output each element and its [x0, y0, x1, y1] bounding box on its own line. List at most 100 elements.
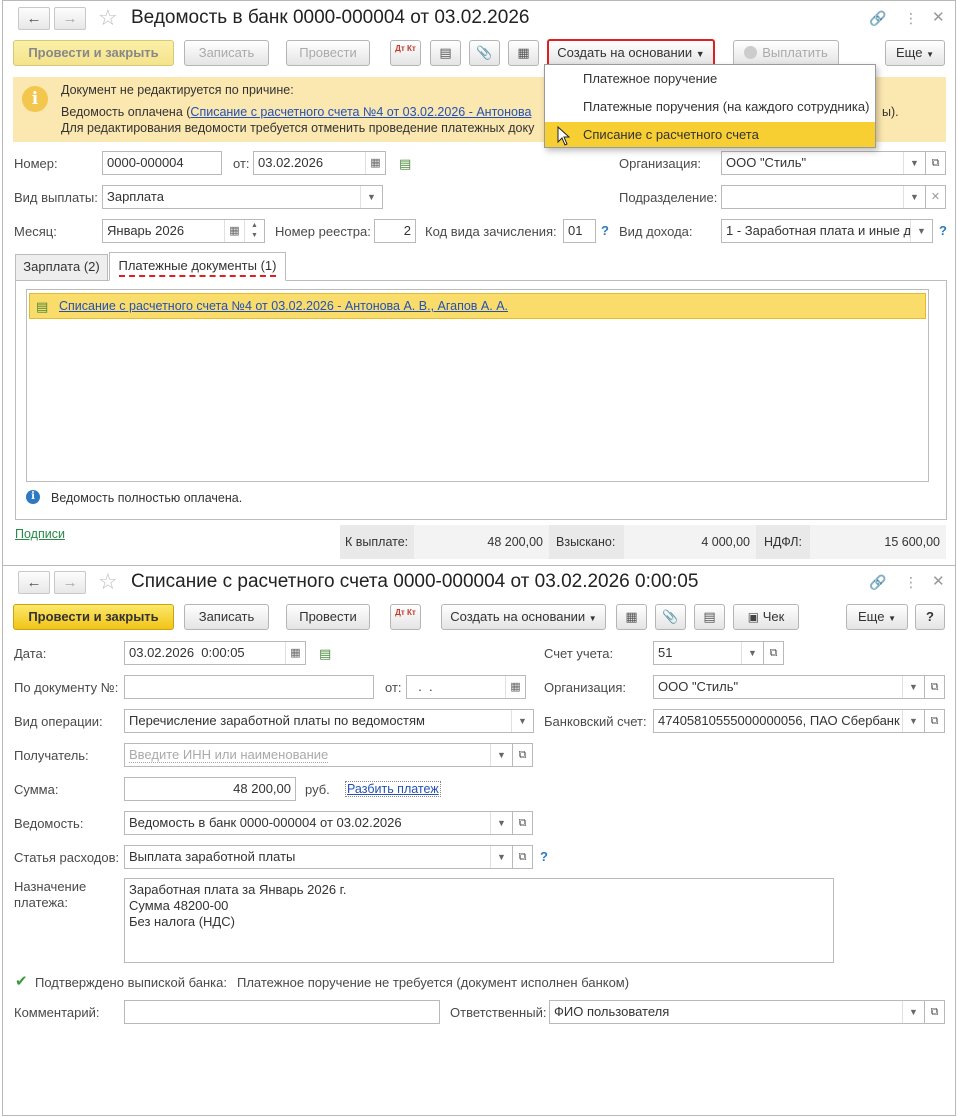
back-button[interactable]: ← — [18, 7, 50, 30]
signatures-link[interactable]: Подписи — [15, 527, 65, 541]
dropdown-icon[interactable]: ▼ — [490, 846, 512, 868]
purpose-textarea[interactable]: Заработная плата за Январь 2026 г. Сумма… — [124, 878, 834, 963]
month-stepper-icon[interactable]: ▲ ▼ — [244, 220, 264, 242]
open-icon[interactable]: ⧉ — [924, 675, 945, 699]
comment-field[interactable] — [124, 1000, 440, 1024]
help-question-icon[interactable]: ? — [939, 223, 947, 238]
dt-kt-icon[interactable]: Дт Кт — [390, 40, 421, 66]
dt-kt-icon[interactable]: Дт Кт — [390, 604, 421, 630]
more-button[interactable]: Еще ▼ — [885, 40, 945, 66]
link-icon[interactable]: 🔗 — [869, 574, 886, 590]
dropdown-icon[interactable]: ▼ — [902, 1001, 924, 1023]
dropdown-icon[interactable]: ▼ — [490, 744, 512, 766]
menu-item-payment-orders-per-employee[interactable]: Платежные поручения (на каждого сотрудни… — [545, 92, 875, 122]
operation-field[interactable]: Перечисление заработной платы по ведомос… — [124, 709, 534, 733]
favorite-star-icon[interactable]: ☆ — [98, 7, 118, 29]
help-question-icon[interactable]: ? — [601, 223, 609, 238]
month-field[interactable]: Январь 2026 ▦ ▲ ▼ — [102, 219, 265, 243]
pay-button[interactable]: Выплатить — [733, 40, 839, 66]
open-icon[interactable]: ⧉ — [925, 151, 946, 175]
calendar-icon[interactable]: ▦ — [285, 642, 305, 664]
save-button[interactable]: Записать — [184, 40, 269, 66]
help-button[interactable]: ? — [915, 604, 945, 630]
from-date-field[interactable]: . . ▦ — [406, 675, 526, 699]
forward-button[interactable]: → — [54, 7, 86, 30]
more-vertical-icon[interactable]: ⋮ — [904, 10, 918, 26]
report-list-icon[interactable]: ▤ — [430, 40, 461, 66]
create-based-on-button[interactable]: Создать на основании ▼ — [441, 604, 606, 630]
clear-icon[interactable]: ✕ — [925, 185, 946, 209]
open-icon[interactable]: ⧉ — [924, 709, 945, 733]
doc-number-field[interactable] — [124, 675, 374, 699]
calendar-icon[interactable]: ▦ — [224, 220, 244, 242]
save-button[interactable]: Записать — [184, 604, 269, 630]
warning-line-1: Документ не редактируется по причине: — [61, 83, 294, 97]
attachment-icon[interactable]: 📎 — [655, 604, 686, 630]
dropdown-icon[interactable]: ▼ — [741, 642, 763, 664]
post-button[interactable]: Провести — [286, 604, 370, 630]
report-list-icon[interactable]: ▤ — [694, 604, 725, 630]
expense-item-field[interactable]: Выплата заработной платы ▼ — [124, 845, 513, 869]
ndfl-label: НДФЛ: — [764, 535, 802, 549]
date-field[interactable]: 03.02.2026 ▦ — [253, 151, 386, 175]
document-icon: ▤ — [36, 299, 49, 314]
open-icon[interactable]: ⧉ — [512, 743, 533, 767]
split-payment-link[interactable]: Разбить платеж — [345, 781, 441, 797]
registry-field[interactable]: 2 — [374, 219, 416, 243]
dropdown-icon[interactable]: ▼ — [511, 710, 533, 732]
close-icon[interactable]: ✕ — [932, 10, 945, 26]
recipient-field[interactable]: Введите ИНН или наименование ▼ — [124, 743, 513, 767]
receipt-button[interactable]: ▣ Чек — [733, 604, 799, 630]
post-and-close-button[interactable]: Провести и закрыть — [13, 40, 174, 66]
structure-icon[interactable]: ▦ — [616, 604, 647, 630]
calendar-icon[interactable]: ▦ — [505, 676, 525, 698]
number-field[interactable]: 0000-000004 — [102, 151, 222, 175]
date-field[interactable]: 03.02.2026 0:00:05 ▦ — [124, 641, 306, 665]
open-icon[interactable]: ⧉ — [924, 1000, 945, 1024]
dropdown-icon[interactable]: ▼ — [910, 220, 932, 242]
dropdown-icon[interactable]: ▼ — [902, 676, 924, 698]
credit-code-field[interactable]: 01 — [563, 219, 596, 243]
chevron-down-icon: ▼ — [588, 614, 597, 623]
responsible-field[interactable]: ФИО пользователя ▼ — [549, 1000, 925, 1024]
account-field[interactable]: 51 ▼ — [653, 641, 764, 665]
forward-button[interactable]: → — [54, 571, 86, 594]
warning-payment-link[interactable]: Списание с расчетного счета №4 от 03.02.… — [190, 105, 531, 119]
post-and-close-button[interactable]: Провести и закрыть — [13, 604, 174, 630]
payment-doc-link[interactable]: Списание с расчетного счета №4 от 03.02.… — [59, 299, 508, 313]
more-button[interactable]: Еще ▼ — [846, 604, 908, 630]
more-vertical-icon[interactable]: ⋮ — [904, 574, 918, 590]
back-button[interactable]: ← — [18, 571, 50, 594]
dropdown-icon[interactable]: ▼ — [902, 710, 924, 732]
close-icon[interactable]: ✕ — [932, 574, 945, 590]
income-kind-field[interactable]: 1 - Заработная плата и иные д ▼ — [721, 219, 933, 243]
open-icon[interactable]: ⧉ — [763, 641, 784, 665]
help-question-icon[interactable]: ? — [540, 849, 548, 864]
favorite-star-icon[interactable]: ☆ — [98, 571, 118, 593]
menu-item-payment-order[interactable]: Платежное поручение — [545, 65, 875, 92]
list-item[interactable]: ▤ Списание с расчетного счета №4 от 03.0… — [29, 293, 926, 319]
calendar-icon[interactable]: ▦ — [365, 152, 385, 174]
attachment-icon[interactable]: 📎 — [469, 40, 500, 66]
confirmed-checkbox[interactable]: ✔ — [15, 974, 29, 989]
pay-kind-field[interactable]: Зарплата ▼ — [102, 185, 383, 209]
open-icon[interactable]: ⧉ — [512, 811, 533, 835]
dropdown-icon[interactable]: ▼ — [490, 812, 512, 834]
dropdown-icon[interactable]: ▼ — [903, 152, 925, 174]
sum-field[interactable]: 48 200,00 — [124, 777, 296, 801]
dropdown-icon[interactable]: ▼ — [360, 186, 382, 208]
structure-icon[interactable]: ▦ — [508, 40, 539, 66]
department-field[interactable]: ▼ — [721, 185, 926, 209]
statement-field[interactable]: Ведомость в банк 0000-000004 от 03.02.20… — [124, 811, 513, 835]
post-button[interactable]: Провести — [286, 40, 370, 66]
tab-salary[interactable]: Зарплата (2) — [15, 254, 108, 280]
organization-field[interactable]: ООО "Стиль" ▼ — [653, 675, 925, 699]
dropdown-icon[interactable]: ▼ — [903, 186, 925, 208]
create-based-on-button[interactable]: Создать на основании ▼ — [547, 39, 715, 67]
bank-account-field[interactable]: 47405810555000000056, ПАО Сбербанк ▼ — [653, 709, 925, 733]
organization-field[interactable]: ООО "Стиль" ▼ — [721, 151, 926, 175]
open-icon[interactable]: ⧉ — [512, 845, 533, 869]
tab-payment-docs[interactable]: Платежные документы (1) — [109, 252, 286, 281]
link-icon[interactable]: 🔗 — [869, 10, 886, 26]
menu-item-bank-debit[interactable]: Списание с расчетного счета — [545, 122, 875, 147]
